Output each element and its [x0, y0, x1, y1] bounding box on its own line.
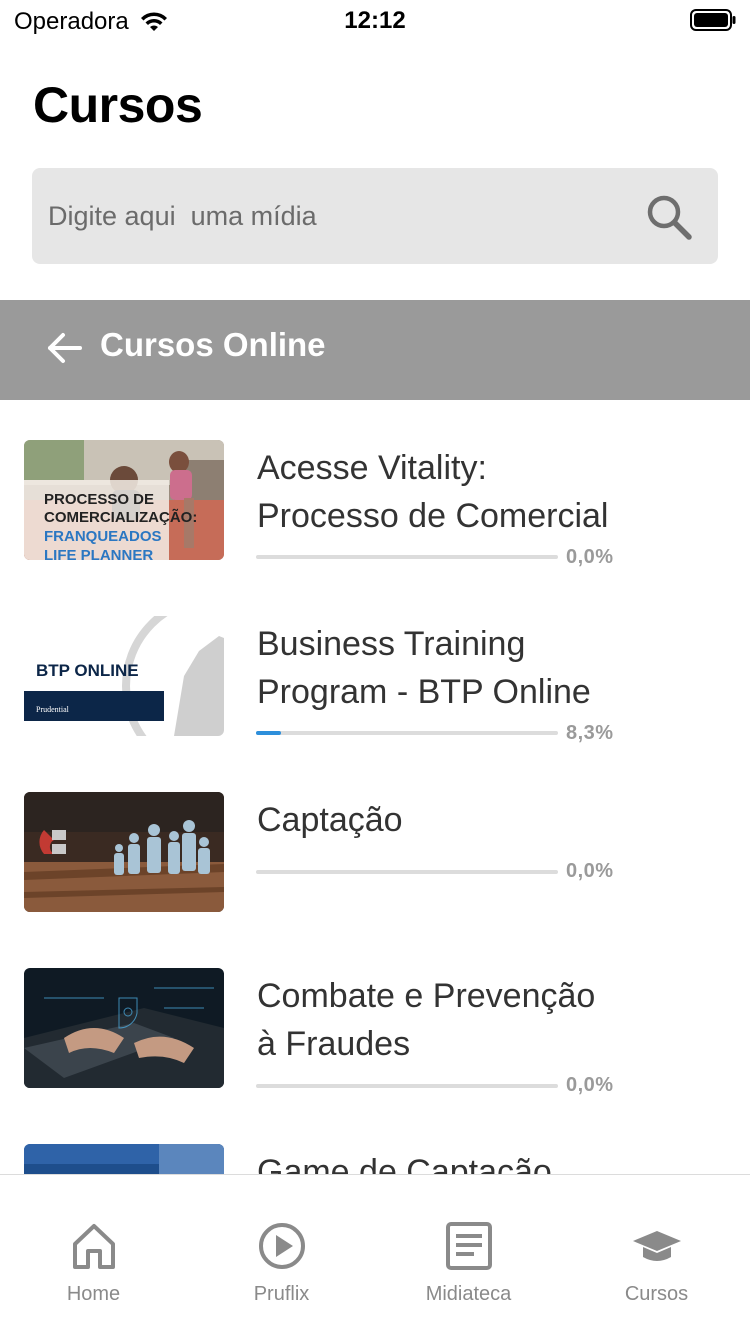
thumbnail-text: Prudential [36, 705, 70, 714]
search-input[interactable] [48, 168, 628, 264]
course-title[interactable]: Business Training Program - BTP Online [257, 620, 623, 716]
progress-bar [256, 731, 558, 735]
tab-midiateca[interactable]: Midiateca [375, 1175, 562, 1334]
list-item[interactable]: Captação 0,0% [0, 752, 750, 928]
progress-label: 0,0% [566, 546, 614, 568]
course-title-line: Game de Captação [257, 1153, 552, 1174]
progress-bar [256, 1084, 558, 1088]
course-thumbnail-image [24, 968, 224, 1088]
clock: 12:12 [344, 7, 406, 34]
course-thumbnail-image [24, 792, 224, 912]
thumbnail-text: COMERCIALIZAÇÃO: [44, 508, 197, 526]
course-title-line: Captação [257, 801, 403, 839]
page-title: Cursos [33, 77, 203, 133]
course-title-line: Business Training [257, 625, 526, 663]
course-thumbnail-image: PROCESSO DE COMERCIALIZAÇÃO: FRANQUEADOS… [24, 440, 224, 560]
progress-label: 0,0% [566, 1074, 614, 1096]
course-thumbnail-image: BTP ONLINE Prudential [24, 616, 224, 736]
course-title-line: à Fraudes [257, 1025, 411, 1063]
tab-label: Home [66, 1283, 121, 1305]
progress-label: 0,0% [566, 860, 614, 882]
course-list[interactable]: PROCESSO DE COMERCIALIZAÇÃO: FRANQUEADOS… [0, 400, 750, 1174]
course-thumbnail[interactable] [24, 1144, 224, 1174]
course-title[interactable]: Combate e Prevenção à Fraudes [257, 972, 623, 1068]
section-header: Cursos Online [0, 300, 750, 400]
progress-bar [256, 870, 558, 874]
search-icon[interactable] [644, 192, 694, 242]
course-title[interactable]: Acesse Vitality: Processo de Comercial [257, 444, 623, 540]
course-title-line: Combate e Prevenção [257, 977, 596, 1015]
tab-label: Pruflix [253, 1283, 310, 1305]
progress-label: 8,3% [566, 722, 614, 744]
play-circle-icon [258, 1223, 305, 1269]
status-bar: Operadora 12:12 [0, 0, 750, 40]
list-item[interactable]: Game de Captação [0, 1104, 750, 1174]
course-thumbnail-image [24, 1144, 224, 1174]
course-thumbnail[interactable]: BTP ONLINE Prudential [24, 616, 224, 736]
course-thumbnail[interactable] [24, 968, 224, 1088]
course-thumbnail[interactable] [24, 792, 224, 912]
tab-pruflix[interactable]: Pruflix [188, 1175, 375, 1334]
tab-bar: Home Pruflix Midiateca Cursos [0, 1174, 750, 1334]
course-title-line: Processo de Comercial [257, 497, 609, 535]
tab-home[interactable]: Home [0, 1175, 187, 1334]
progress-bar [256, 555, 558, 559]
list-item[interactable]: Combate e Prevenção à Fraudes 0,0% [0, 928, 750, 1104]
course-title-line: Program - BTP Online [257, 673, 591, 711]
tab-label: Midiateca [425, 1283, 512, 1305]
graduation-cap-icon [632, 1231, 681, 1261]
course-title[interactable]: Captação [257, 796, 623, 844]
course-thumbnail[interactable]: PROCESSO DE COMERCIALIZAÇÃO: FRANQUEADOS… [24, 440, 224, 560]
thumbnail-text: PROCESSO DE [44, 491, 154, 508]
arrow-left-icon[interactable] [44, 328, 84, 368]
list-item[interactable]: BTP ONLINE Prudential Business Training … [0, 576, 750, 752]
search-bar[interactable] [32, 168, 718, 264]
home-icon [72, 1224, 115, 1269]
thumbnail-text: BTP ONLINE [36, 661, 139, 680]
battery-icon [690, 9, 736, 31]
course-title-line: Acesse Vitality: [257, 449, 487, 487]
progress-fill [256, 731, 282, 735]
document-icon [445, 1222, 492, 1270]
thumbnail-text: FRANQUEADOS [44, 528, 162, 545]
course-title[interactable]: Game de Captação [257, 1148, 623, 1174]
tab-label: Cursos [624, 1283, 689, 1305]
list-item[interactable]: PROCESSO DE COMERCIALIZAÇÃO: FRANQUEADOS… [0, 400, 750, 576]
section-title: Cursos Online [100, 326, 326, 363]
tab-cursos[interactable]: Cursos [563, 1175, 750, 1334]
thumbnail-text: LIFE PLANNER [44, 547, 153, 560]
